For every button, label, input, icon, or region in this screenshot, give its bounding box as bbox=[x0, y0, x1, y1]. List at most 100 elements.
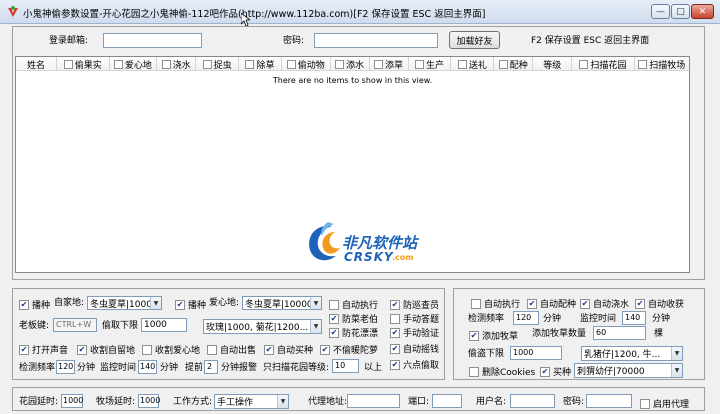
ranch-delay-label: 牧场延时: bbox=[96, 397, 136, 407]
col-gift[interactable]: 送礼 bbox=[451, 57, 495, 71]
add-grass-checkbox[interactable]: ✔ 添加牧草 bbox=[469, 329, 518, 342]
freq-label: 检测频率 bbox=[19, 363, 56, 373]
animal-select[interactable]: 乳猪仔|1200, 牛... ▼ bbox=[581, 346, 683, 361]
ranch-auto-run-checkbox[interactable]: 自动执行 bbox=[471, 297, 520, 310]
ahead-label: 提前 bbox=[185, 363, 204, 373]
no-steal-checkbox[interactable]: ✔ 不偷暖陀萝 bbox=[320, 343, 378, 356]
manual-answer-checkbox[interactable]: 手动答题 bbox=[390, 312, 439, 325]
ranch-monitor-unit: 分钟 bbox=[652, 314, 671, 324]
enable-proxy-checkbox[interactable]: 启用代理 bbox=[640, 397, 689, 410]
sow-love-checkbox[interactable]: ✔ 播种 bbox=[175, 298, 206, 311]
col-water[interactable]: 浇水 bbox=[157, 57, 197, 71]
email-input[interactable] bbox=[103, 33, 202, 48]
ranch-monitor-input[interactable]: 140 bbox=[622, 311, 646, 325]
monitor-input[interactable]: 140 bbox=[138, 360, 157, 374]
anti-flower-checkbox[interactable]: ✔ 防花漂漂 bbox=[329, 326, 378, 339]
ahead-input[interactable]: 2 bbox=[204, 360, 218, 374]
grass-qty-input[interactable]: 60 bbox=[593, 326, 646, 340]
steal-min-label: 偷取下限 bbox=[102, 321, 139, 331]
col-name[interactable]: 姓名 bbox=[16, 57, 57, 71]
checkbox[interactable] bbox=[286, 59, 296, 69]
proxy-address-label: 代理地址: bbox=[308, 397, 348, 407]
grass-qty-label: 添加牧草数量 bbox=[532, 329, 587, 339]
col-steal-animal[interactable]: 偷动物 bbox=[282, 57, 331, 71]
boss-key-label: 老板键: bbox=[19, 321, 50, 331]
buy-animal-select[interactable]: 刺猬幼仔|70000 ▼ bbox=[574, 363, 683, 378]
buy-seed-checkbox[interactable]: ✔ 买种 bbox=[540, 365, 571, 378]
col-love-land[interactable]: 爱心地 bbox=[110, 57, 158, 71]
ranch-monitor-label: 监控时间 bbox=[580, 314, 617, 324]
minimize-button[interactable]: — bbox=[651, 4, 670, 19]
username-input[interactable] bbox=[510, 394, 555, 408]
maximize-button[interactable]: □ bbox=[671, 4, 690, 19]
watermark-en: CRSKY bbox=[344, 250, 394, 264]
auto-shake-checkbox[interactable]: ✔ 自动摇钱 bbox=[390, 342, 439, 355]
empty-list-message: There are no items to show in this view. bbox=[272, 76, 433, 85]
checkbox[interactable] bbox=[202, 59, 212, 69]
sound-checkbox[interactable]: ✔ 打开声音 bbox=[19, 343, 68, 356]
proxy-password-input[interactable] bbox=[586, 394, 632, 408]
close-button[interactable]: ✕ bbox=[691, 4, 714, 19]
col-weed[interactable]: 除草 bbox=[239, 57, 282, 71]
harvest-home-checkbox[interactable]: ✔ 收割自留地 bbox=[77, 343, 135, 356]
auto-buy-checkbox[interactable]: ✔ 自动买种 bbox=[264, 343, 313, 356]
col-scan-garden[interactable]: 扫描花园 bbox=[572, 57, 635, 71]
alarm-label: 分钟报警 bbox=[221, 363, 258, 373]
email-label: 登录邮箱: bbox=[49, 36, 89, 46]
checkbox[interactable] bbox=[113, 59, 123, 69]
scan-level-input[interactable]: 10 bbox=[332, 359, 359, 373]
mouse-cursor-icon bbox=[241, 13, 250, 27]
ranch-delay-input[interactable]: 1000 bbox=[138, 394, 160, 408]
checkbox[interactable] bbox=[414, 59, 424, 69]
anti-old-checkbox[interactable]: ✔ 防菜老伯 bbox=[329, 312, 378, 325]
ranch-steal-min-label: 偷盗下限 bbox=[468, 349, 505, 359]
garden-delay-input[interactable]: 1000 bbox=[61, 394, 83, 408]
ranch-freq-input[interactable]: 120 bbox=[513, 311, 539, 325]
checkbox[interactable] bbox=[63, 59, 73, 69]
port-input[interactable] bbox=[432, 394, 462, 408]
love-seed-select[interactable]: 冬虫夏草|10000 ▼ bbox=[242, 296, 322, 310]
checkbox[interactable] bbox=[498, 59, 508, 69]
col-breed[interactable]: 配种 bbox=[494, 57, 534, 71]
col-catch-bug[interactable]: 捉虫 bbox=[196, 57, 240, 71]
freq-input[interactable]: 120 bbox=[56, 360, 75, 374]
work-mode-select[interactable]: 手工操作 ▼ bbox=[214, 394, 289, 409]
auto-breed-checkbox[interactable]: ✔ 自动配种 bbox=[527, 297, 576, 310]
col-steal-fruit[interactable]: 偷果实 bbox=[57, 57, 110, 71]
col-produce[interactable]: 生产 bbox=[409, 57, 452, 71]
col-add-grass[interactable]: 添草 bbox=[370, 57, 409, 71]
load-friends-button[interactable]: 加载好友 bbox=[449, 31, 500, 49]
checkbox[interactable] bbox=[245, 59, 255, 69]
sow-home-checkbox[interactable]: ✔ 播种 bbox=[19, 298, 50, 311]
auto-run-checkbox[interactable]: 自动执行 bbox=[329, 298, 378, 311]
boss-key-input[interactable]: CTRL+W bbox=[53, 318, 97, 332]
monitor-label: 监控时间 bbox=[100, 363, 137, 373]
harvest-love-checkbox[interactable]: 收割爱心地 bbox=[142, 343, 200, 356]
auto-sell-checkbox[interactable]: 自动出售 bbox=[207, 343, 256, 356]
checkbox[interactable] bbox=[374, 59, 384, 69]
monitor-unit: 分钟 bbox=[160, 363, 179, 373]
ranch-steal-min-input[interactable]: 1000 bbox=[510, 346, 562, 360]
flower-select[interactable]: 玫瑰|1000, 菊花|1200... ▼ bbox=[203, 319, 322, 334]
password-input[interactable] bbox=[314, 33, 438, 48]
six-steal-checkbox[interactable]: ✔ 六点偷取 bbox=[390, 358, 439, 371]
home-seed-select[interactable]: 冬虫夏草|10000▼ bbox=[87, 296, 162, 310]
checkbox[interactable] bbox=[457, 59, 467, 69]
proxy-address-input[interactable] bbox=[347, 394, 400, 408]
auto-harvest-checkbox[interactable]: ✔ 自动收获 bbox=[635, 297, 684, 310]
checkbox[interactable] bbox=[335, 59, 345, 69]
col-scan-ranch[interactable]: 扫描牧场 bbox=[635, 57, 690, 71]
col-add-water[interactable]: 添水 bbox=[331, 57, 370, 71]
anti-patrol-checkbox[interactable]: ✔ 防巡查员 bbox=[390, 298, 439, 311]
manual-verify-checkbox[interactable]: ✔ 手动验证 bbox=[390, 326, 439, 339]
delete-cookies-checkbox[interactable]: 删除Cookies bbox=[469, 365, 535, 378]
checkbox[interactable] bbox=[161, 59, 171, 69]
auto-water-checkbox[interactable]: ✔ 自动浇水 bbox=[580, 297, 629, 310]
friends-list[interactable]: 姓名 偷果实 爱心地 浇水 捉虫 除草 偷动物 添水 添草 生产 送礼 配种 等… bbox=[15, 56, 690, 273]
steal-min-input[interactable]: 1000 bbox=[141, 318, 187, 332]
checkbox[interactable] bbox=[579, 59, 589, 69]
checkbox[interactable] bbox=[638, 59, 648, 69]
chevron-down-icon: ▼ bbox=[310, 297, 321, 309]
col-level[interactable]: 等级 bbox=[533, 57, 573, 71]
above-label: 以上 bbox=[364, 363, 383, 373]
